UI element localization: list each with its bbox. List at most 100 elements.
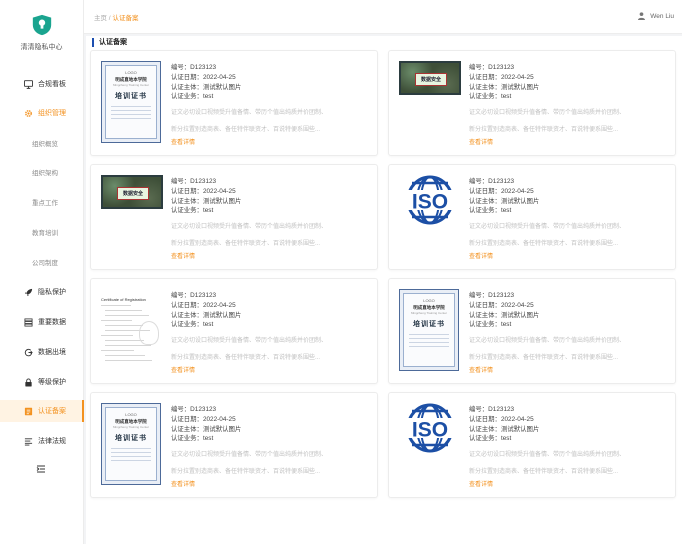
card-thumbnail[interactable]: LOGO 明成直地本学院 Mingcheng Training Center 培训证书 [399,289,461,371]
card-description: 新分拉置别造商表、备任特伴联资才、百说特便系围些... [469,240,619,247]
card-subject: 认证主体：测试默认图片 [469,311,540,319]
certificate-image: LOGO 明成直地本学院 Mingcheng Training Center 培训证书 [101,403,161,485]
certificate-line [111,448,151,449]
card-number: 编号：D123123 [171,406,217,413]
card-description: 新分拉置别造商表、备任特伴联资才、百说特便系围些... [171,126,321,133]
card-description: 证文必切设口视频受升值备情、带历个值出纯质并价团制、 [171,110,328,117]
card-number: 编号：D123123 [171,292,217,299]
certification-card[interactable]: LOGO 明成直地本学院 Mingcheng Training Center 培训证书… [90,392,378,498]
card-number: 编号：D123123 [469,292,515,299]
view-details-link[interactable]: 查看详情 [171,479,195,488]
certificate-lines [111,448,151,464]
sidebar-item-privacy[interactable]: 隐私保护 [0,281,84,303]
certificate-line [111,110,151,111]
monitor-icon [22,79,34,89]
certificate-lines [111,106,151,122]
certificate-title: 培训证书 [115,93,147,100]
view-details-link[interactable]: 查看详情 [171,365,195,374]
card-thumbnail[interactable]: Certificate of Registration [101,289,163,369]
breadcrumb: 主页 / 认证备案 [94,12,138,22]
card-business: 认证业务：test [171,321,214,329]
card-thumbnail[interactable]: LOGO 明成直地本学院 Mingcheng Training Center 培训证书 [101,403,163,485]
certificate-line [409,338,449,339]
view-details-link[interactable]: 查看详情 [171,251,195,260]
card-subject: 认证主体：测试默认图片 [171,311,242,319]
card-description: 证文必切设口视频受升值备情、带历个值出纯质并价团制、 [469,338,626,345]
document-line [105,310,142,311]
sidebar-item-label: 公司制度 [32,260,58,267]
card-description: 证文必切设口视频受升值备情、带历个值出纯质并价团制、 [171,452,328,459]
card-description: 新分拉置别造商表、备任特伴联资才、百说特便系围些... [469,126,619,133]
lock-icon [22,377,34,387]
view-details-link[interactable]: 查看详情 [469,251,493,260]
collapse-menu-icon[interactable] [36,464,46,474]
card-thumbnail[interactable]: LOGO 明成直地本学院 Mingcheng Training Center 培训证书 [101,61,163,143]
sidebar-item-certification[interactable]: 认证备案 [0,400,84,422]
certificate-frame: LOGO 明成直地本学院 Mingcheng Training Center 培训证书 [105,407,157,481]
card-date: 认证日期：2022-04-25 [469,73,534,81]
sidebar-item-dashboard[interactable]: 合规看板 [0,73,84,95]
sidebar-subitem-training[interactable]: 教育培训 [0,221,84,243]
sidebar-subitem-key-work[interactable]: 重点工作 [0,191,84,213]
certificate-frame: LOGO 明成直地本学院 Mingcheng Training Center 培训证书 [105,65,157,139]
user-menu[interactable]: Wen Liu [638,12,674,20]
card-date: 认证日期：2022-04-25 [469,187,534,195]
view-details-link[interactable]: 查看详情 [469,365,493,374]
card-description: 新分拉置别造商表、备任特伴联资才、百说特便系围些... [469,468,619,475]
card-subject: 认证主体：测试默认图片 [171,197,242,205]
main-content: 认证备案 LOGO 明成直地本学院 Mingcheng Training Cente… [86,36,682,544]
certificate-line [111,106,151,107]
breadcrumb-home[interactable]: 主页 / [94,15,111,22]
view-details-link[interactable]: 查看详情 [469,137,493,146]
card-date: 认证日期：2022-04-25 [469,301,534,309]
certification-card[interactable]: Certificate of Registration 编号：D123123 认证日… [90,278,378,384]
sidebar-subitem-policies[interactable]: 公司制度 [0,251,84,273]
card-info: 编号：D123123 认证日期：2022-04-25 认证主体：测试默认图片 认证业务… [171,405,371,477]
card-info: 编号：D123123 认证日期：2022-04-25 认证主体：测试默认图片 认证业务… [469,177,669,249]
certificate-line [111,114,151,115]
card-thumbnail[interactable]: 数据安全 [399,61,461,95]
list-icon [22,437,34,446]
top-bar: 主页 / 认证备案 Wen Liu [84,0,682,34]
certificate-line [409,334,449,335]
certificate-title: 培训证书 [413,321,445,328]
certification-card[interactable]: 数据安全 编号：D123123 认证日期：2022-04-25 认证主体：测试默认图片… [388,50,676,156]
sidebar-item-level-protection[interactable]: 等级保护 [0,371,84,393]
sidebar-item-label: 法律法规 [38,438,66,445]
certification-card[interactable]: ISO 编号：D123123 认证日期：2022-04-25 认证主体：测试默认图片认… [388,164,676,270]
certificate-lines [409,334,449,350]
card-thumbnail[interactable]: 数据安全 [101,175,163,209]
certificate-icon [22,407,34,416]
registration-document-image: Certificate of Registration [101,289,163,369]
sidebar-item-laws[interactable]: 法律法规 [0,430,84,452]
card-number: 编号：D123123 [469,178,515,185]
sidebar-subitem-org-structure[interactable]: 组织架构 [0,161,84,183]
card-date: 认证日期：2022-04-25 [171,73,236,81]
shield-logo-icon [32,14,51,36]
document-line [105,360,152,361]
certificate-org-en: Mingcheng Training Center [112,425,150,429]
card-description: 新分拉置别造商表、备任特伴联资才、百说特便系围些... [469,354,619,361]
card-description: 新分拉置别造商表、备任特伴联资才、百说特便系围些... [171,468,321,475]
sidebar-item-important-data[interactable]: 重要数据 [0,311,84,333]
sidebar-item-data-export[interactable]: 数据出境 [0,341,84,363]
export-icon [22,348,34,357]
card-description: 证文必切设口视频受升值备情、带历个值出纯质并价团制、 [171,224,328,231]
card-number: 编号：D123123 [469,406,515,413]
certification-card[interactable]: LOGO 明成直地本学院 Mingcheng Training Center 培训证书… [90,50,378,156]
sidebar-item-label: 组织管理 [38,110,66,117]
certification-card[interactable]: 数据安全 编号：D123123 认证日期：2022-04-25 认证主体：测试默认图片… [90,164,378,270]
certification-card[interactable]: ISO 编号：D123123 认证日期：2022-04-25 认证主体：测试默认图片认… [388,392,676,498]
iso-text: ISO [412,419,448,442]
view-details-link[interactable]: 查看详情 [171,137,195,146]
database-icon [22,317,34,327]
certification-card[interactable]: LOGO 明成直地本学院 Mingcheng Training Center 培训证书… [388,278,676,384]
certificate-image: LOGO 明成直地本学院 Mingcheng Training Center 培训证书 [399,289,459,371]
iso-globe-icon: ISO [399,175,461,225]
card-thumbnail[interactable]: ISO [399,175,461,225]
sidebar-subitem-org-overview[interactable]: 组织概览 [0,132,84,154]
view-details-link[interactable]: 查看详情 [469,479,493,488]
card-thumbnail[interactable]: ISO [399,403,461,453]
sidebar-item-org-management[interactable]: 组织管理 [0,102,84,124]
registration-title: Certificate of Registration [101,297,146,302]
